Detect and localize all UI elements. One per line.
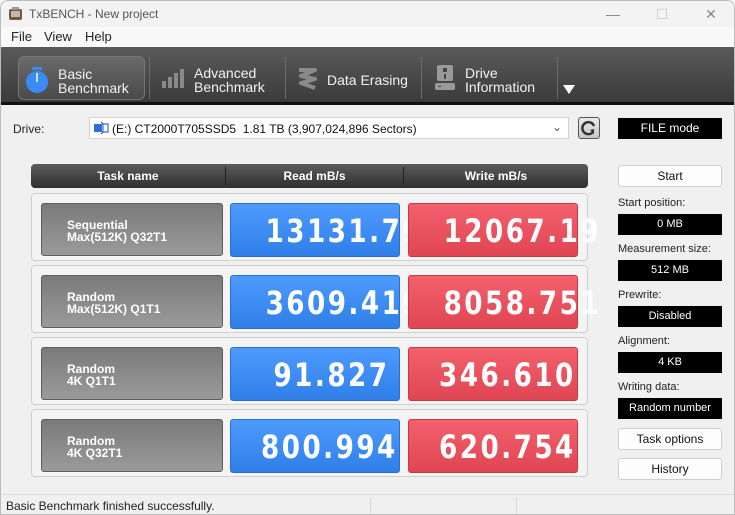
alignment-field[interactable]: 4 KB (618, 352, 722, 373)
read-value-text: 800.994 (261, 428, 398, 466)
window-title: TxBENCH - New project (29, 7, 159, 21)
drive-label: Drive: (13, 122, 45, 136)
tab-basic-benchmark-line2: Benchmark (58, 80, 129, 96)
read-value: 13131.79 (230, 203, 421, 257)
read-value: 800.994 (230, 419, 400, 473)
read-value: 91.827 (230, 347, 400, 401)
minimize-button[interactable]: — (590, 1, 636, 28)
status-divider (370, 497, 371, 514)
tab-drive-information-line2: Information (465, 79, 536, 95)
result-row: Random 4K Q32T1 800.994 620.754 (31, 409, 588, 477)
read-value-text: 13131.79 (265, 212, 424, 250)
start-button[interactable]: Start (618, 165, 722, 187)
alignment-label: Alignment: (618, 335, 670, 347)
write-value-text: 8058.751 (443, 284, 602, 322)
writing-data-field[interactable]: Random number (618, 398, 722, 419)
result-row: Random Max(512K) Q1T1 3609.419 8058.751 (31, 265, 599, 333)
refresh-button[interactable] (578, 117, 600, 139)
measurement-size-label: Measurement size: (618, 243, 711, 255)
status-bar: Basic Benchmark finished successfully. (1, 494, 734, 514)
task-name-line2: Max(512K) Q32T1 (67, 230, 168, 244)
menu-help[interactable]: Help (85, 29, 112, 44)
history-button[interactable]: History (618, 458, 722, 480)
write-value-text: 620.754 (439, 428, 576, 466)
task-button-seq-q32t1[interactable]: Sequential Max(512K) Q32T1 (41, 203, 223, 256)
refresh-icon (581, 120, 596, 136)
status-text: Basic Benchmark finished successfully. (6, 499, 215, 513)
chevron-down-icon: ⌄ (551, 120, 562, 134)
results-header: Task name Read mB/s Write mB/s (31, 164, 588, 188)
menu-view[interactable]: View (44, 29, 72, 44)
title-bar: TxBENCH - New project — ☐ ✕ (1, 1, 734, 28)
result-row: Random 4K Q1T1 91.827 346.610 (31, 337, 588, 405)
write-value: 346.610 (408, 347, 578, 401)
drive-select-value: (E:) CT2000T705SSD5 1.81 TB (3,907,024,8… (112, 122, 417, 136)
drive-info-icon (435, 65, 455, 90)
drive-select[interactable]: (E:) CT2000T705SSD5 1.81 TB (3,907,024,8… (89, 117, 569, 139)
task-name-line2: Max(512K) Q1T1 (67, 302, 161, 316)
read-value: 3609.419 (230, 275, 421, 329)
drive-icon (94, 122, 109, 134)
toolbar-divider (285, 57, 286, 99)
toolbar-divider (149, 57, 150, 99)
task-options-button[interactable]: Task options (618, 428, 722, 450)
write-value: 8058.751 (408, 275, 599, 329)
header-task-name: Task name (97, 169, 159, 183)
write-value: 620.754 (408, 419, 578, 473)
menu-file[interactable]: File (11, 29, 32, 44)
toolbar-divider (421, 57, 422, 99)
result-row: Sequential Max(512K) Q32T1 13131.79 1206… (31, 193, 599, 261)
eraser-spring-icon (299, 68, 317, 90)
tab-data-erasing[interactable]: Data Erasing (289, 56, 419, 100)
app-icon (9, 7, 22, 20)
menu-bar: File View Help (1, 27, 734, 47)
bar-chart-icon (162, 69, 184, 88)
write-value-text: 346.610 (439, 356, 576, 394)
close-button[interactable]: ✕ (688, 1, 734, 28)
maximize-button[interactable]: ☐ (639, 1, 685, 28)
tab-drive-information[interactable]: Drive Information (425, 56, 555, 100)
stopwatch-icon (26, 67, 48, 93)
tab-basic-benchmark[interactable]: Basic Benchmark (18, 56, 145, 100)
task-button-rnd-512k-q1t1[interactable]: Random Max(512K) Q1T1 (41, 275, 223, 328)
write-value-text: 12067.19 (443, 212, 602, 250)
task-name-line2: 4K Q1T1 (67, 374, 116, 388)
measurement-size-field[interactable]: 512 MB (618, 260, 722, 281)
toolbar: Basic Benchmark Advanced Benchmark Data … (1, 47, 734, 105)
prewrite-label: Prewrite: (618, 289, 662, 301)
task-button-rnd-4k-q32t1[interactable]: Random 4K Q32T1 (41, 419, 223, 472)
task-name-line2: 4K Q32T1 (67, 446, 123, 460)
dropdown-triangle-icon[interactable] (563, 85, 575, 94)
tab-advanced-benchmark-line1: Advanced (194, 65, 257, 81)
tab-data-erasing-label: Data Erasing (327, 72, 408, 88)
header-write: Write mB/s (464, 169, 528, 183)
tab-drive-information-line1: Drive (465, 65, 498, 81)
toolbar-divider (557, 57, 558, 99)
tab-advanced-benchmark-line2: Benchmark (194, 79, 265, 95)
read-value-text: 3609.419 (265, 284, 424, 322)
app-window: TxBENCH - New project — ☐ ✕ File View He… (0, 0, 735, 515)
tab-basic-benchmark-line1: Basic (58, 66, 93, 82)
start-position-label: Start position: (618, 197, 686, 209)
status-divider (516, 497, 517, 514)
start-position-field[interactable]: 0 MB (618, 214, 722, 235)
header-read: Read mB/s (283, 169, 346, 183)
read-value-text: 91.827 (272, 356, 389, 394)
prewrite-field[interactable]: Disabled (618, 306, 722, 327)
writing-data-label: Writing data: (618, 381, 680, 393)
tab-advanced-benchmark[interactable]: Advanced Benchmark (153, 56, 283, 100)
write-value: 12067.19 (408, 203, 599, 257)
file-mode-indicator: FILE mode (618, 118, 722, 139)
task-button-rnd-4k-q1t1[interactable]: Random 4K Q1T1 (41, 347, 223, 400)
